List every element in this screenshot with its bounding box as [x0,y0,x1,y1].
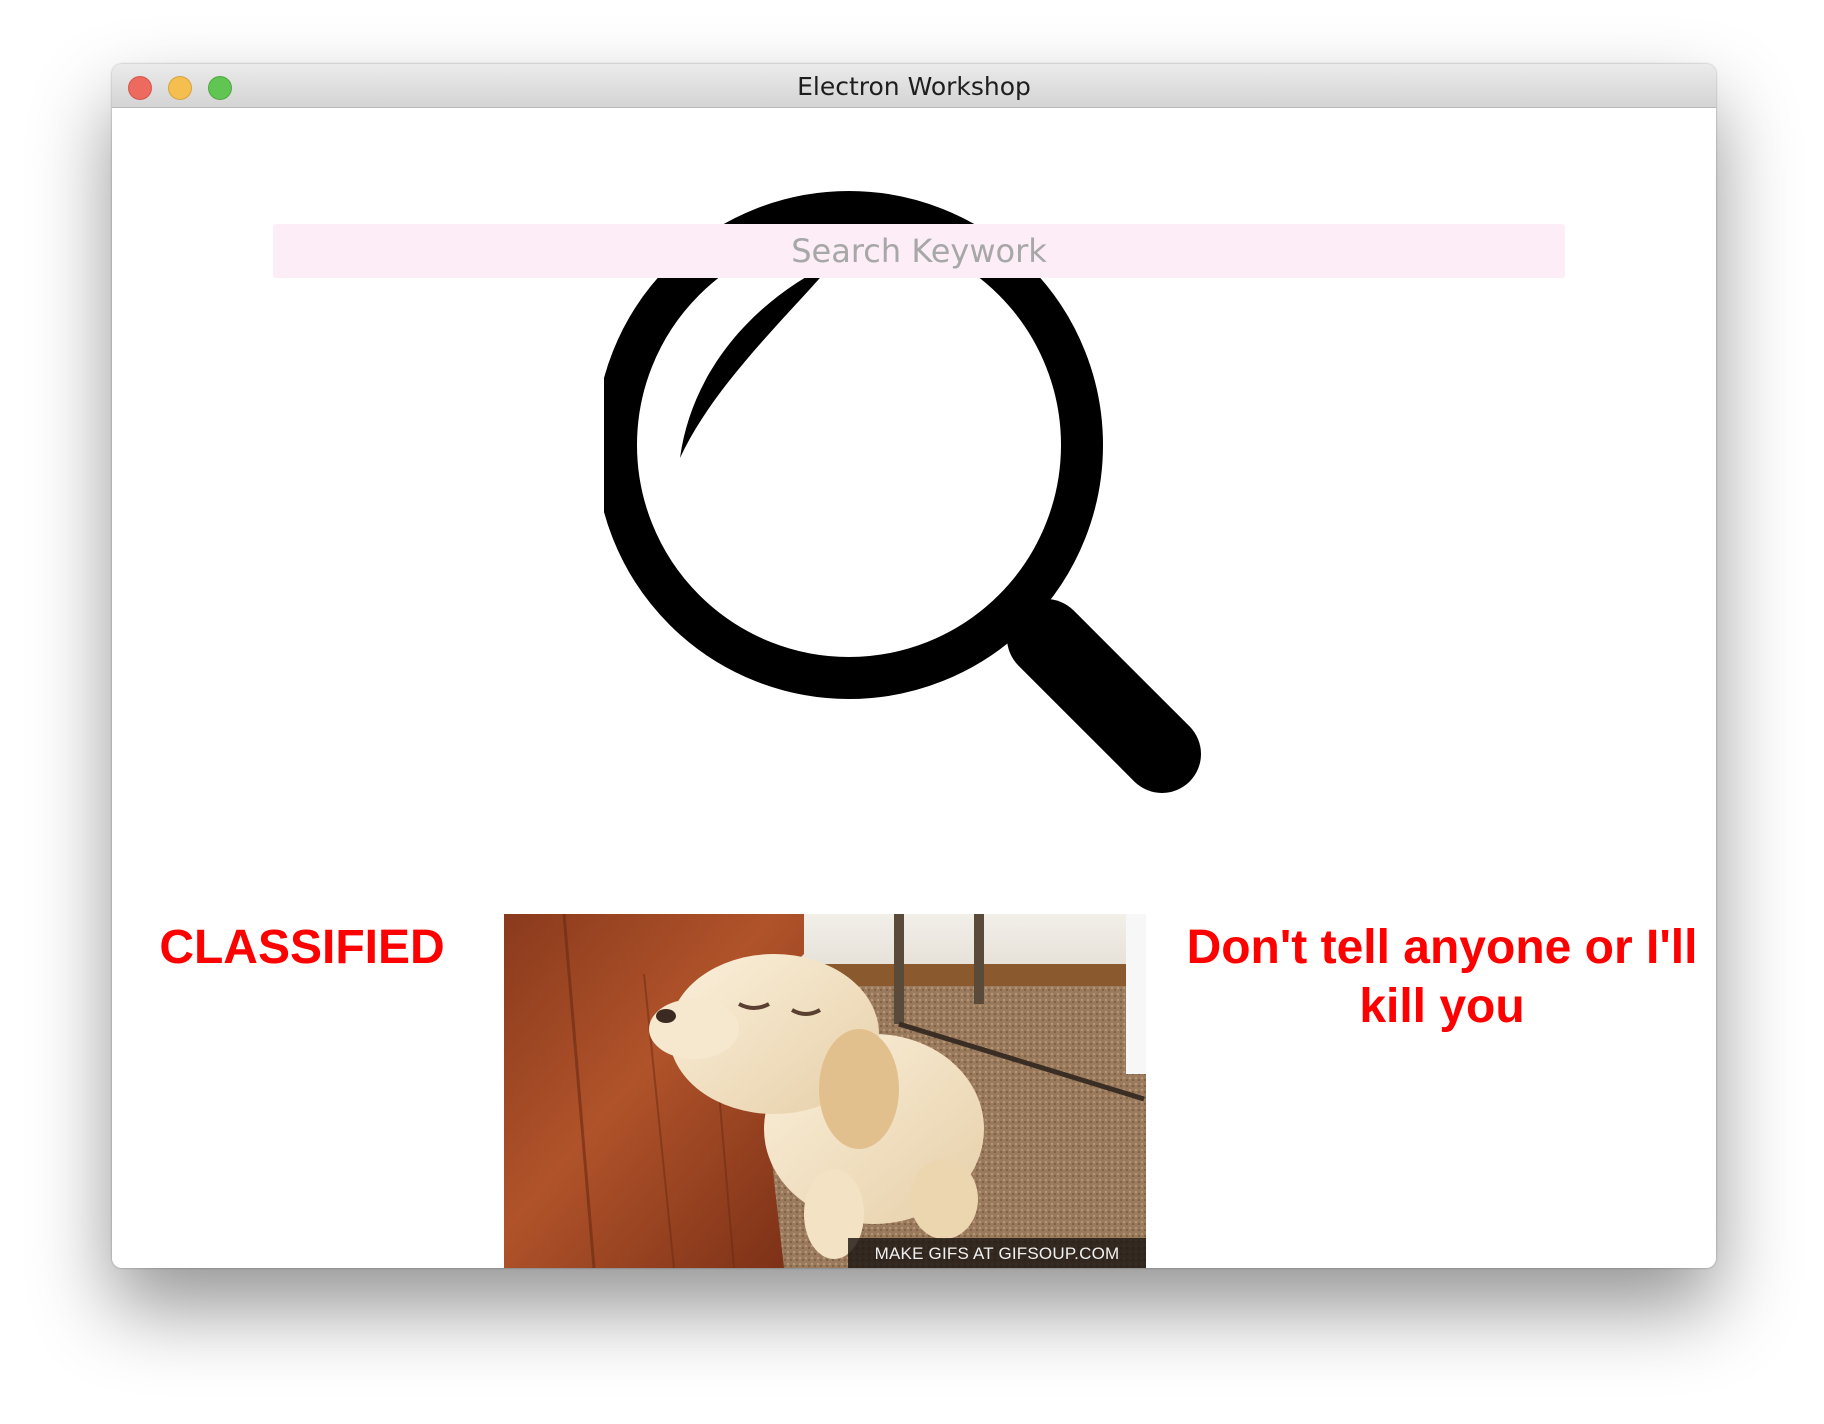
app-window: Electron Workshop CLASSIFIED [112,64,1716,1268]
classified-label: CLASSIFIED [159,921,445,974]
window-title: Electron Workshop [797,72,1031,101]
warning-text: Don't tell anyone or I'll kill you [1186,921,1698,1033]
title-bar[interactable]: Electron Workshop [112,64,1716,108]
main-content: CLASSIFIED [112,108,1716,1268]
gif-watermark: MAKE GIFS AT GIFSOUP.COM [848,1238,1146,1268]
puppy-gif-image: MAKE GIFS AT GIFSOUP.COM [504,914,1146,1268]
puppy-illustration [504,914,1146,1268]
search-input[interactable] [273,224,1565,278]
